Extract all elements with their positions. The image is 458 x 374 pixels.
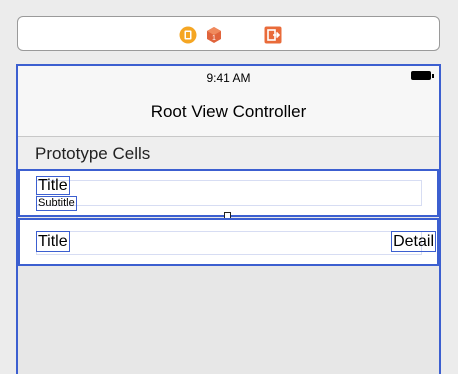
battery-tip bbox=[432, 74, 434, 78]
section-header-label: Prototype Cells bbox=[35, 144, 151, 163]
battery-icon bbox=[411, 71, 431, 80]
section-header: Prototype Cells bbox=[18, 137, 439, 169]
table-view-controller-scene[interactable]: 9:41 AM Root View Controller Prototype C… bbox=[16, 64, 441, 374]
cell-title-label[interactable]: Title bbox=[36, 176, 70, 195]
exit-icon[interactable] bbox=[264, 26, 282, 44]
prototype-cell-subtitle[interactable]: Title Subtitle bbox=[18, 169, 439, 217]
cell-subtitle-label[interactable]: Subtitle bbox=[36, 196, 77, 211]
cell-title-label[interactable]: Title bbox=[36, 231, 70, 252]
prototype-cell-right-detail[interactable]: Title Detail bbox=[18, 218, 439, 266]
nav-title[interactable]: Root View Controller bbox=[18, 102, 439, 122]
status-time: 9:41 AM bbox=[206, 71, 251, 85]
cell-content-view[interactable] bbox=[36, 231, 422, 255]
cell-content-view[interactable] bbox=[36, 180, 422, 206]
view-controller-icon[interactable] bbox=[179, 26, 197, 44]
navigation-bar[interactable]: 9:41 AM Root View Controller bbox=[18, 66, 439, 137]
svg-text:1: 1 bbox=[212, 35, 216, 42]
first-responder-icon[interactable]: 1 bbox=[205, 26, 223, 44]
cell-detail-label[interactable]: Detail bbox=[391, 231, 436, 252]
scene-dock: 1 bbox=[17, 16, 440, 51]
